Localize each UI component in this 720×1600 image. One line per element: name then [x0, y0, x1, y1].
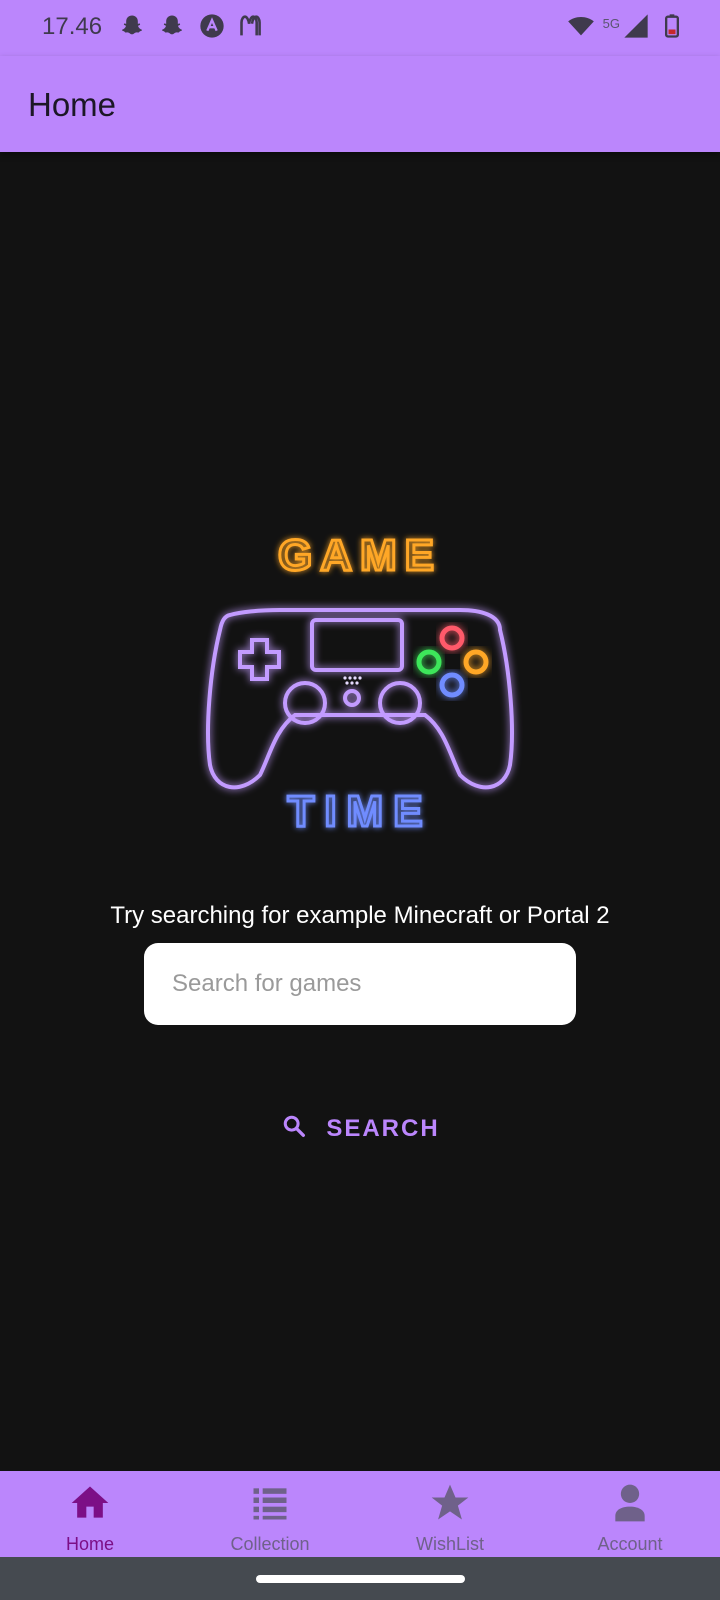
button-blue — [439, 672, 465, 698]
nav-item-collection[interactable]: Collection — [180, 1471, 360, 1557]
button-orange — [463, 649, 489, 675]
button-green — [416, 649, 442, 675]
status-bar: 17.46 5G — [0, 0, 720, 56]
nav-label-account: Account — [597, 1534, 663, 1554]
game-time-logo: GAME TIME — [200, 520, 520, 850]
signal-icon — [622, 12, 650, 45]
snapchat-icon — [118, 12, 146, 45]
battery-icon — [658, 12, 686, 45]
nav-label-home: Home — [65, 1534, 114, 1554]
app-icon — [198, 12, 226, 45]
search-button-label: SEARCH — [326, 1115, 440, 1142]
app-bar: Home — [0, 56, 720, 152]
status-time: 17.46 — [42, 13, 103, 40]
system-navigation-bar — [0, 1557, 720, 1600]
nav-item-home[interactable]: Home — [0, 1471, 180, 1557]
network-type: 5G — [602, 16, 620, 31]
search-input[interactable] — [170, 969, 550, 999]
nav-label-wishlist: WishList — [415, 1534, 484, 1554]
button-red — [439, 625, 465, 651]
list-icon — [248, 1481, 292, 1530]
nav-item-account[interactable]: Account — [540, 1471, 720, 1557]
search-field[interactable] — [144, 943, 576, 1025]
search-hint: Try searching for example Minecraft or P… — [110, 902, 610, 929]
wifi-icon — [567, 12, 595, 45]
bottom-navigation: Home Collection WishList Account — [0, 1471, 720, 1557]
nav-item-wishlist[interactable]: WishList — [360, 1471, 540, 1557]
mcdonalds-icon — [238, 12, 266, 45]
logo-word-game: GAME — [278, 531, 442, 580]
account-icon — [608, 1481, 652, 1530]
nav-label-collection: Collection — [230, 1534, 310, 1554]
page-title: Home — [28, 86, 117, 123]
snapchat-icon — [158, 12, 186, 45]
star-icon — [428, 1481, 472, 1530]
home-icon — [68, 1481, 112, 1530]
system-status-icons: 5G — [567, 12, 686, 45]
home-gesture-handle[interactable] — [256, 1575, 465, 1583]
logo-word-time: TIME — [287, 787, 432, 836]
screen: 17.46 5G Home GAME TIME Try searching fo… — [0, 0, 720, 1600]
search-icon — [280, 1112, 308, 1147]
game-controller-icon — [206, 608, 514, 790]
controller-dots — [343, 676, 362, 685]
notification-icons — [118, 12, 266, 45]
search-button[interactable]: SEARCH — [270, 1108, 450, 1150]
